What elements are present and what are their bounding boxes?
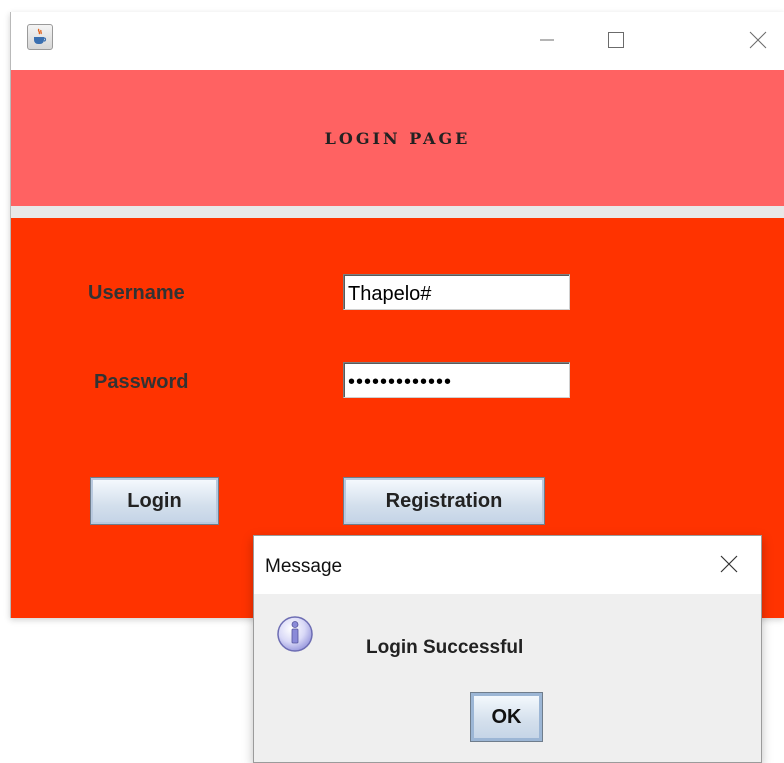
maximize-button[interactable]	[593, 20, 639, 60]
password-field[interactable]	[343, 362, 570, 398]
dialog-message: Login Successful	[366, 637, 524, 658]
password-label: Password	[94, 371, 189, 393]
login-window: LOGIN PAGE Username Password Login Regis…	[10, 12, 784, 618]
window-titlebar	[11, 12, 784, 70]
page-title: LOGIN PAGE	[324, 128, 471, 148]
maximize-icon	[608, 32, 624, 48]
close-icon	[720, 555, 738, 573]
java-cup-icon[interactable]	[27, 24, 53, 50]
minimize-icon	[540, 39, 554, 41]
info-icon	[277, 616, 313, 652]
dialog-title: Message	[265, 556, 343, 577]
close-button[interactable]	[735, 20, 781, 60]
username-label: Username	[88, 282, 185, 304]
minimize-button[interactable]	[524, 20, 570, 60]
login-button[interactable]: Login	[90, 477, 219, 525]
header-panel: LOGIN PAGE	[11, 70, 784, 206]
dialog-titlebar: Message	[254, 536, 761, 594]
dialog-close-button[interactable]	[708, 544, 750, 584]
registration-button[interactable]: Registration	[343, 477, 545, 525]
message-dialog: Message Login Successful OK	[253, 535, 762, 763]
ok-button[interactable]: OK	[470, 692, 543, 742]
username-field[interactable]	[343, 274, 570, 310]
close-icon	[749, 31, 767, 49]
